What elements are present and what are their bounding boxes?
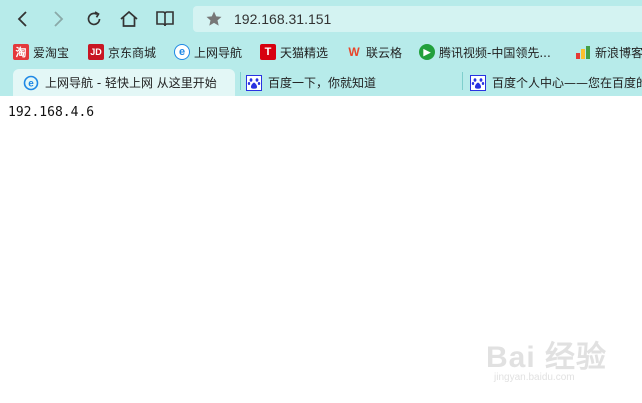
bookmark-label: 京东商城 (108, 45, 157, 60)
watermark-brand: Bai 经验 (486, 341, 608, 374)
tab-baidu-search[interactable]: 百度一下，你就知道 (246, 69, 456, 96)
svg-text:e: e (28, 78, 34, 89)
bookmark-tencent-video[interactable]: ▶ 腾讯视频-中国领先... (419, 42, 551, 62)
bookmark-label: 天猫精选 (280, 45, 329, 60)
tab-divider (240, 72, 241, 90)
address-bar[interactable]: 192.168.31.151 (193, 6, 642, 32)
taobao-icon: 淘 (13, 44, 29, 60)
bookmark-shangwang-daohang[interactable]: e 上网导航 (174, 42, 242, 62)
lianyunge-icon: W (348, 45, 360, 59)
baidu-paw-icon (246, 74, 262, 91)
bookmark-label: 爱淘宝 (33, 45, 70, 60)
ie-e-icon: e (23, 75, 39, 91)
sina-blog-icon (575, 44, 591, 60)
address-url[interactable]: 192.168.31.151 (234, 6, 331, 32)
tab-shangwang-daohang[interactable]: e 上网导航 - 轻快上网 从这里开始 (13, 69, 235, 96)
tab-baidu-personal-center[interactable]: 百度个人中心——您在百度的 (470, 69, 642, 96)
bookmark-tmall[interactable]: T 天猫精选 (260, 42, 328, 62)
bookmark-lianyunge[interactable]: W 联云格 (346, 42, 402, 62)
home-icon (120, 10, 138, 27)
baidu-paw-icon (470, 74, 486, 91)
tencent-video-icon: ▶ (419, 44, 435, 60)
book-icon (156, 11, 174, 27)
tab-label: 百度一下，你就知道 (268, 76, 377, 90)
browser-chrome: 192.168.31.151 淘 爱淘宝 JD 京东商城 e 上网导航 T 天猫… (0, 0, 642, 96)
page-text: 192.168.4.6 (8, 105, 95, 120)
bookmark-label: 新浪博客 (595, 45, 642, 60)
refresh-button[interactable] (81, 6, 107, 32)
tab-divider (462, 72, 463, 90)
reading-mode-button[interactable] (152, 6, 178, 32)
bookmark-label: 联云格 (366, 45, 403, 60)
watermark-url: jingyan.baidu.com (494, 372, 575, 383)
bookmark-aitaobao[interactable]: 淘 爱淘宝 (13, 42, 69, 62)
refresh-icon (87, 11, 101, 26)
tab-strip: e 上网导航 - 轻快上网 从这里开始 百度一下，你就知道 百度个人中心——您在… (0, 66, 642, 96)
forward-arrow-icon (54, 11, 64, 27)
bookmarks-bar: 淘 爱淘宝 JD 京东商城 e 上网导航 T 天猫精选 W 联云格 ▶ 腾讯视频… (0, 38, 642, 66)
tab-label: 百度个人中心——您在百度的 (492, 76, 642, 90)
back-arrow-icon (17, 11, 27, 27)
baidu-jingyan-watermark: Bai 经验 jingyan.baidu.com (486, 328, 636, 388)
star-bookmark-icon[interactable] (205, 10, 223, 28)
bookmark-sina-blog[interactable]: 新浪博客 (575, 42, 642, 62)
bookmark-label: 上网导航 (194, 45, 243, 60)
jd-icon: JD (88, 44, 104, 60)
bookmark-label: 腾讯视频-中国领先... (439, 45, 551, 60)
tmall-icon: T (260, 44, 276, 60)
forward-button[interactable] (45, 6, 71, 32)
home-button[interactable] (116, 6, 142, 32)
back-button[interactable] (10, 6, 36, 32)
tab-label: 上网导航 - 轻快上网 从这里开始 (45, 76, 217, 90)
ie-e-icon: e (174, 44, 190, 60)
navigation-bar: 192.168.31.151 (0, 0, 642, 38)
bookmark-jd[interactable]: JD 京东商城 (88, 42, 156, 62)
